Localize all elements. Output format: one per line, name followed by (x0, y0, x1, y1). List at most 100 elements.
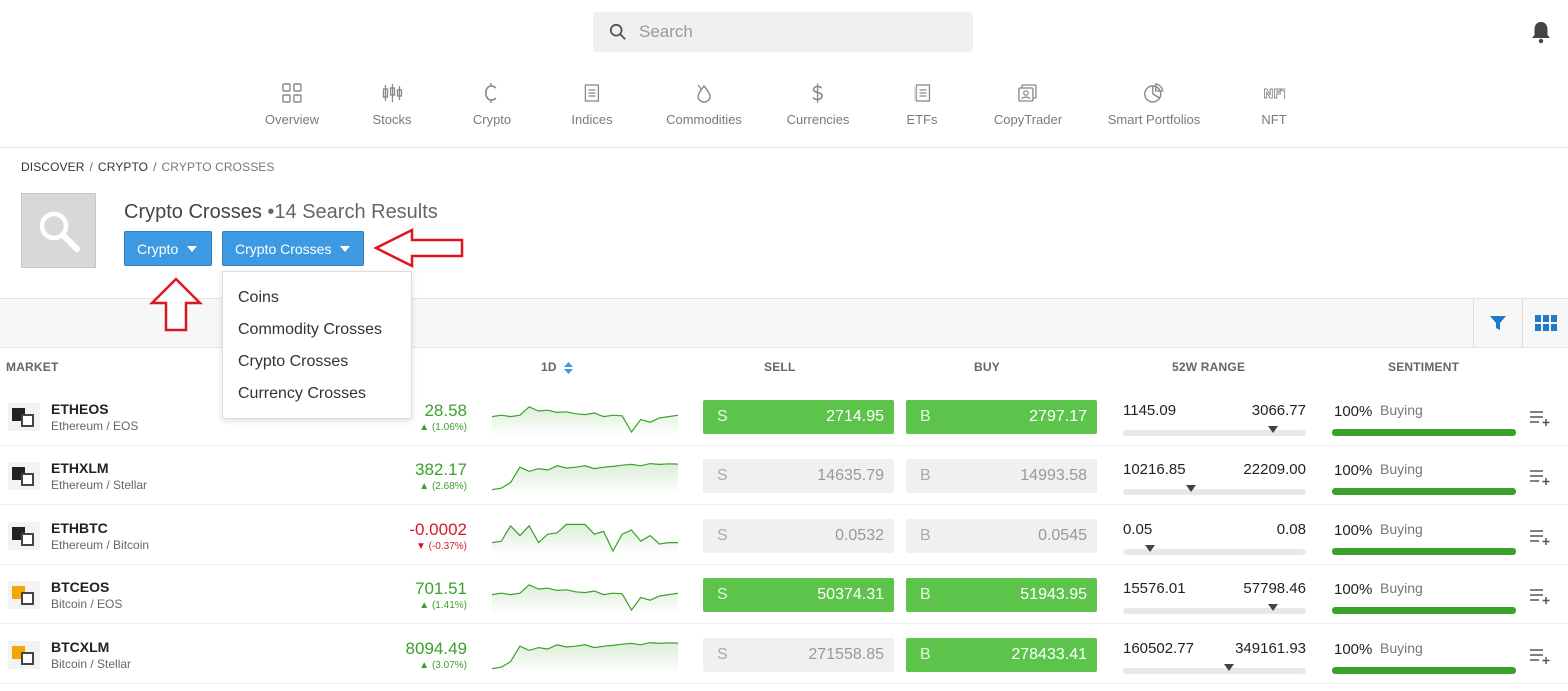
notifications-bell-icon[interactable] (1530, 20, 1552, 44)
breadcrumb-separator: / (89, 160, 93, 174)
nav-item-stocks[interactable]: Stocks (372, 82, 412, 127)
sell-label: S (717, 646, 728, 663)
market-name: Bitcoin / EOS (51, 597, 123, 611)
sentiment-value: 100% (1334, 581, 1373, 598)
column-header-52w-range[interactable]: 52W RANGE (1172, 360, 1245, 374)
sell-price: 50374.31 (817, 586, 884, 603)
search-box[interactable] (593, 12, 973, 52)
nav-item-overview[interactable]: Overview (265, 82, 319, 127)
category-dropdown-button[interactable]: Crypto (124, 231, 212, 266)
sentiment-value: 100% (1334, 641, 1373, 658)
add-to-list-icon[interactable] (1530, 648, 1552, 664)
sell-button[interactable]: S 50374.31 (703, 578, 894, 612)
nav-item-commodities[interactable]: Commodities (666, 82, 742, 127)
sell-price: 2714.95 (826, 408, 884, 425)
sentiment-bar (1332, 607, 1516, 614)
filter-button[interactable] (1473, 299, 1521, 347)
range-low: 15576.01 (1123, 580, 1186, 597)
subcategory-dropdown-menu: Coins Commodity Crosses Crypto Crosses C… (222, 271, 412, 419)
daily-change-percent: ▲ (2.68%) (419, 481, 467, 492)
add-to-list-icon[interactable] (1530, 410, 1552, 426)
nav-label: ETFs (906, 112, 938, 127)
column-header-sell[interactable]: SELL (764, 360, 795, 374)
sentiment-label: Buying (1380, 580, 1423, 596)
results-count: 14 Search Results (274, 201, 438, 223)
nav-item-crypto[interactable]: Crypto (473, 82, 511, 127)
buy-button[interactable]: B 2797.17 (906, 400, 1097, 434)
nav-item-nft[interactable]: NFT NFT (1261, 82, 1286, 127)
nav-item-indices[interactable]: Indices (571, 82, 613, 127)
menu-item-crypto-crosses[interactable]: Crypto Crosses (223, 346, 411, 378)
column-header-1d[interactable]: 1D (541, 360, 574, 374)
currencies-icon (812, 83, 824, 103)
category-dropdown-label: Crypto (137, 240, 179, 257)
nav-item-currencies[interactable]: Currencies (787, 82, 849, 127)
buy-button[interactable]: B 14993.58 (906, 459, 1097, 493)
range-bar (1123, 485, 1306, 495)
range-high: 57798.46 (1243, 580, 1306, 597)
page-title: Crypto Crosses •14 Search Results (124, 201, 438, 224)
sentiment-value: 100% (1334, 403, 1373, 420)
grid-view-button[interactable] (1522, 299, 1568, 347)
breadcrumb-discover[interactable]: DISCOVER (21, 160, 84, 174)
filter-icon (1489, 316, 1506, 330)
buy-button[interactable]: B 51943.95 (906, 578, 1097, 612)
daily-change: 8094.49 (405, 639, 467, 658)
buy-button[interactable]: B 278433.41 (906, 638, 1097, 672)
add-to-list-icon[interactable] (1530, 529, 1552, 545)
column-header-sentiment[interactable]: SENTIMENT (1388, 360, 1459, 374)
column-header-buy[interactable]: BUY (974, 360, 1000, 374)
daily-change: 382.17 (415, 460, 467, 479)
breadcrumb-crypto[interactable]: CRYPTO (98, 160, 148, 174)
range-bar (1123, 604, 1306, 614)
market-name: Ethereum / Bitcoin (51, 538, 150, 552)
table-row[interactable]: ETHBTC Ethereum / Bitcoin -0.0002 ▼ (-0.37%… (0, 506, 1568, 565)
market-name: Ethereum / Stellar (51, 478, 148, 492)
daily-change-percent: ▲ (1.06%) (419, 422, 467, 433)
market-symbol: BTCEOS (51, 579, 110, 595)
sell-button[interactable]: S 2714.95 (703, 400, 894, 434)
market-name: Ethereum / EOS (51, 419, 139, 433)
table-row[interactable]: ETHXLM Ethereum / Stellar 382.17 ▲ (2.68%) S… (0, 446, 1568, 505)
column-header-market[interactable]: MARKET (6, 360, 59, 374)
range-marker (1145, 545, 1156, 552)
nft-icon: NFT (1263, 87, 1285, 102)
commodities-icon (697, 84, 711, 103)
nav-item-smart-portfolios[interactable]: Smart Portfolios (1108, 82, 1200, 127)
nav-item-etfs[interactable]: ETFs (906, 82, 938, 127)
daily-change-percent: ▼ (-0.37%) (415, 541, 467, 552)
table-row[interactable]: BTCEOS Bitcoin / EOS 701.51 ▲ (1.41%) S 50374… (0, 565, 1568, 624)
indices-icon (584, 84, 599, 102)
buy-button[interactable]: B 0.0545 (906, 519, 1097, 553)
menu-item-commodity-crosses[interactable]: Commodity Crosses (223, 314, 411, 346)
daily-change: 701.51 (415, 579, 467, 598)
sell-price: 271558.85 (808, 646, 884, 663)
daily-change: 28.58 (424, 401, 467, 420)
range-marker (1268, 426, 1279, 433)
buy-price: 2797.17 (1029, 408, 1087, 425)
search-input[interactable] (639, 22, 939, 42)
smart-portfolios-icon (1144, 83, 1164, 103)
subcategory-dropdown-button[interactable]: Crypto Crosses (222, 231, 364, 266)
add-to-list-icon[interactable] (1530, 588, 1552, 604)
sentiment-value: 100% (1334, 522, 1373, 539)
menu-item-coins[interactable]: Coins (223, 282, 411, 314)
market-symbol: ETHXLM (51, 460, 109, 476)
nav-label: Indices (571, 112, 613, 127)
buy-label: B (920, 408, 931, 425)
nav-item-copytrader[interactable]: CopyTrader (994, 82, 1062, 127)
sell-label: S (717, 586, 728, 603)
add-to-list-icon[interactable] (1530, 469, 1552, 485)
range-high: 349161.93 (1235, 640, 1306, 657)
nav-label: Stocks (372, 112, 412, 127)
daily-change-percent: ▲ (1.41%) (419, 600, 467, 611)
table-row[interactable]: BTCXLM Bitcoin / Stellar 8094.49 ▲ (3.07%) S… (0, 625, 1568, 684)
market-symbol: ETHBTC (51, 520, 108, 536)
sell-button[interactable]: S 271558.85 (703, 638, 894, 672)
sell-button[interactable]: S 14635.79 (703, 459, 894, 493)
sparkline-chart (492, 462, 678, 495)
sell-button[interactable]: S 0.0532 (703, 519, 894, 553)
menu-item-currency-crosses[interactable]: Currency Crosses (223, 378, 411, 410)
breadcrumb-separator: / (153, 160, 157, 174)
nav-label: Smart Portfolios (1107, 112, 1201, 127)
